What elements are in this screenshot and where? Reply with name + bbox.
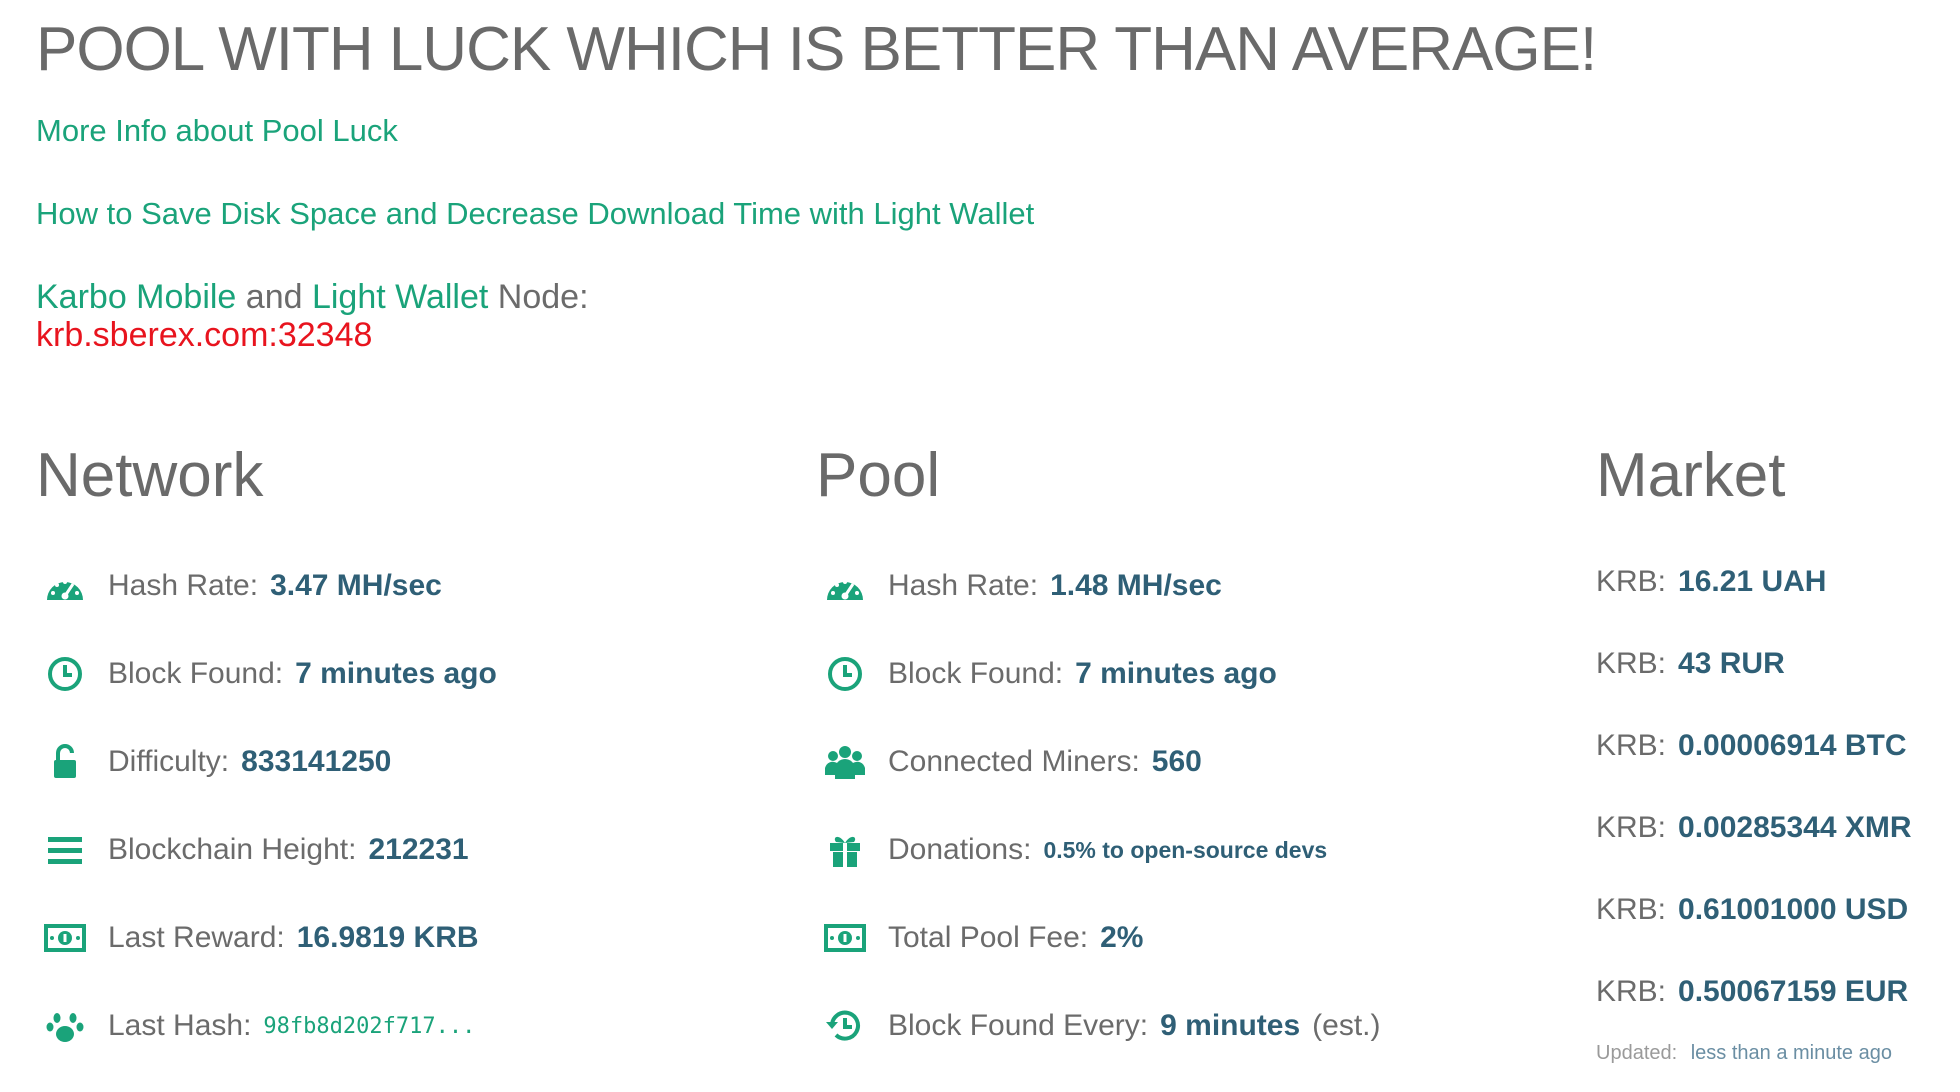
last-hash-link[interactable]: 98fb8d202f717... [263, 1014, 475, 1039]
stat-value: 2% [1100, 921, 1144, 954]
history-icon [822, 1006, 868, 1046]
updated-label: Updated: [1596, 1042, 1678, 1064]
market-row-rur: KRB: 43 RUR [1596, 644, 1785, 684]
market-label: KRB: [1596, 729, 1667, 762]
network-last-hash: Last Hash: 98fb8d202f717... [42, 1004, 475, 1048]
pool-connected-miners: Connected Miners: 560 [822, 740, 1202, 784]
paw-icon [42, 1006, 88, 1046]
estimate-suffix: (est.) [1312, 1009, 1381, 1042]
pool-luck-link[interactable]: More Info about Pool Luck [36, 113, 398, 149]
stat-label: Difficulty: [108, 745, 230, 778]
dashboard-icon [42, 566, 88, 606]
page-headline: POOL WITH LUCK WHICH IS BETTER THAN AVER… [36, 15, 1597, 84]
node-info: Karbo Mobile and Light Wallet Node: krb.… [36, 278, 589, 354]
market-label: KRB: [1596, 975, 1667, 1008]
market-value: 43 RUR [1678, 647, 1785, 680]
and-text: and [236, 278, 312, 316]
market-row-uah: KRB: 16.21 UAH [1596, 562, 1826, 602]
market-value: 0.00006914 BTC [1678, 729, 1907, 762]
money-icon [822, 918, 868, 958]
pool-hash-rate: Hash Rate: 1.48 MH/sec [822, 564, 1222, 608]
market-label: KRB: [1596, 893, 1667, 926]
stat-label: Last Hash: [108, 1009, 252, 1042]
network-title: Network [36, 441, 264, 510]
stat-value: 833141250 [241, 745, 392, 778]
market-title: Market [1596, 441, 1786, 510]
light-wallet-guide-link[interactable]: How to Save Disk Space and Decrease Down… [36, 196, 1034, 232]
market-value: 0.61001000 USD [1678, 893, 1909, 926]
stat-value: 7 minutes ago [1075, 657, 1277, 690]
stat-label: Block Found: [108, 657, 284, 690]
stat-value: 0.5% to open-source devs [1043, 836, 1328, 863]
market-row-usd: KRB: 0.61001000 USD [1596, 890, 1908, 930]
stat-value: 1.48 MH/sec [1050, 569, 1222, 602]
pool-donations: Donations: 0.5% to open-source devs [822, 828, 1327, 872]
market-label: KRB: [1596, 811, 1667, 844]
node-address: krb.sberex.com:32348 [36, 316, 373, 354]
stat-value: 7 minutes ago [295, 657, 497, 690]
stat-label: Donations: [888, 833, 1032, 866]
network-difficulty: Difficulty: 833141250 [42, 740, 391, 784]
stat-value: 16.9819 KRB [296, 921, 479, 954]
node-label: Node: [488, 278, 589, 316]
pool-block-found-every: Block Found Every: 9 minutes (est.) [822, 1004, 1381, 1048]
money-icon [42, 918, 88, 958]
light-wallet-link[interactable]: Light Wallet [312, 278, 488, 316]
network-hash-rate: Hash Rate: 3.47 MH/sec [42, 564, 442, 608]
pool-total-fee: Total Pool Fee: 2% [822, 916, 1143, 960]
stat-label: Block Found: [888, 657, 1064, 690]
pool-title: Pool [816, 441, 941, 510]
unlock-icon [42, 742, 88, 782]
clock-icon [822, 654, 868, 694]
market-updated: Updated: less than a minute ago [1596, 1042, 1892, 1065]
stat-label: Blockchain Height: [108, 833, 357, 866]
bars-icon [42, 830, 88, 870]
pool-block-found: Block Found: 7 minutes ago [822, 652, 1277, 696]
market-row-eur: KRB: 0.50067159 EUR [1596, 972, 1908, 1012]
stat-label: Hash Rate: [888, 569, 1039, 602]
market-label: KRB: [1596, 647, 1667, 680]
stat-label: Last Reward: [108, 921, 285, 954]
market-label: KRB: [1596, 565, 1667, 598]
market-row-btc: KRB: 0.00006914 BTC [1596, 726, 1907, 766]
dashboard-icon [822, 566, 868, 606]
updated-value: less than a minute ago [1690, 1042, 1892, 1064]
gift-icon [822, 830, 868, 870]
users-icon [822, 742, 868, 782]
stat-value: 212231 [368, 833, 469, 866]
stat-value: 560 [1151, 745, 1202, 778]
network-block-found: Block Found: 7 minutes ago [42, 652, 497, 696]
stat-label: Block Found Every: [888, 1009, 1149, 1042]
clock-icon [42, 654, 88, 694]
market-value: 0.00285344 XMR [1678, 811, 1912, 844]
stat-label: Hash Rate: [108, 569, 259, 602]
karbo-mobile-link[interactable]: Karbo Mobile [36, 278, 236, 316]
stat-value: 3.47 MH/sec [270, 569, 442, 602]
market-value: 0.50067159 EUR [1678, 975, 1909, 1008]
stat-label: Connected Miners: [888, 745, 1140, 778]
market-row-xmr: KRB: 0.00285344 XMR [1596, 808, 1912, 848]
market-value: 16.21 UAH [1678, 565, 1827, 598]
network-last-reward: Last Reward: 16.9819 KRB [42, 916, 479, 960]
network-blockchain-height: Blockchain Height: 212231 [42, 828, 469, 872]
stat-label: Total Pool Fee: [888, 921, 1089, 954]
stat-value: 9 minutes [1160, 1009, 1301, 1042]
